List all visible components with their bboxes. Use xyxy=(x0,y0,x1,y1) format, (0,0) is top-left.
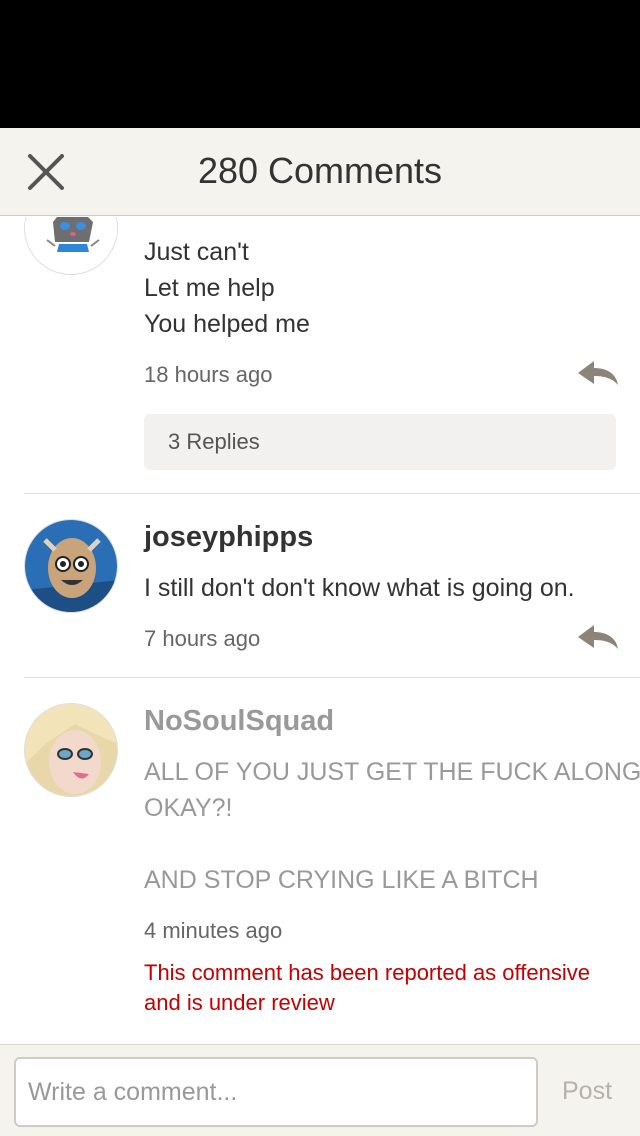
reply-arrow-icon xyxy=(578,625,618,649)
comment-timestamp: 4 minutes ago xyxy=(144,918,283,943)
divider xyxy=(24,493,640,494)
comments-header: 280 Comments xyxy=(0,128,640,216)
comment-text-line: OKAY?! xyxy=(144,794,233,822)
divider xyxy=(24,677,640,678)
comment-text-line: You helped me xyxy=(144,310,310,338)
comment-username[interactable]: joseyphipps xyxy=(144,521,313,554)
reply-button[interactable] xyxy=(576,623,620,653)
status-bar xyxy=(0,0,640,128)
comment-text-line: AND STOP CRYING LIKE A BITCH xyxy=(144,866,539,894)
page-title: 280 Comments xyxy=(197,150,443,191)
comment-timestamp: 18 hours ago xyxy=(144,362,273,387)
report-notice: and is under review xyxy=(144,990,335,1015)
comment-text-line: Let me help xyxy=(144,274,275,302)
comment-text-line: ALL OF YOU JUST GET THE FUCK ALONG xyxy=(144,758,640,786)
avatar[interactable] xyxy=(24,217,118,275)
comment-list[interactable]: Just can't Let me help You helped me 18 … xyxy=(0,217,640,1044)
reply-button[interactable] xyxy=(576,359,620,389)
reply-arrow-icon xyxy=(578,361,618,385)
comment-timestamp: 7 hours ago xyxy=(144,626,261,651)
avatar[interactable] xyxy=(24,703,118,797)
comment-text-line: Just can't xyxy=(144,238,249,266)
report-notice: This comment has been reported as offens… xyxy=(144,960,590,985)
comment-composer: Post xyxy=(0,1044,640,1136)
comment-username[interactable]: NoSoulSquad xyxy=(144,705,334,738)
view-replies-button[interactable]: 3 Replies xyxy=(144,414,616,470)
comment-text-line: I still don't don't know what is going o… xyxy=(144,574,575,602)
post-button[interactable]: Post xyxy=(562,1077,612,1106)
comment-input[interactable] xyxy=(14,1057,538,1127)
avatar[interactable] xyxy=(24,519,118,613)
